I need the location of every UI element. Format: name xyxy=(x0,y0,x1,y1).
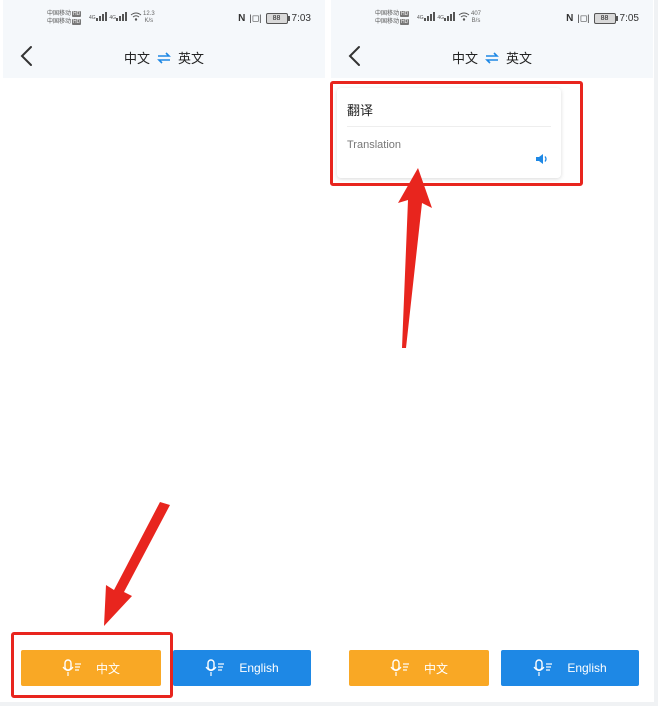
speak-english-button[interactable]: English xyxy=(501,650,639,686)
hd-badge: HD xyxy=(72,11,82,17)
source-language: 中文 xyxy=(123,51,150,66)
clock-time: 7:05 xyxy=(619,13,639,24)
swap-arrows-icon[interactable] xyxy=(156,51,172,64)
wifi-icon xyxy=(458,12,469,21)
chinese-button-label: 中文 xyxy=(423,661,448,676)
top-bar: 中国移动 HD 中国移动 HD 4G 4G 12.3 K/s N |◻| 88 7:… xyxy=(3,0,325,78)
battery-icon: 88 xyxy=(593,13,618,24)
speak-chinese-button[interactable]: 中文 xyxy=(349,650,489,686)
screen-divider xyxy=(325,0,331,706)
hd-badge: HD xyxy=(72,19,82,25)
nfc-icon: N xyxy=(238,13,246,24)
english-button-label: English xyxy=(239,661,279,675)
microphone-icon xyxy=(62,659,81,676)
top-bar: 中国移动 HD 中国移动 HD 4G 4G 407 B/s N |◻| 88 7:0… xyxy=(331,0,653,78)
target-language: 英文 xyxy=(506,51,533,66)
network-speed: 407 B/s xyxy=(471,11,482,24)
vibrate-icon: |◻| xyxy=(577,13,590,23)
carrier-info: 中国移动 HD 中国移动 HD xyxy=(375,10,410,26)
hd-badge: HD xyxy=(400,19,410,25)
source-language: 中文 xyxy=(451,51,478,66)
status-bar: 中国移动 HD 中国移动 HD 4G 4G 12.3 K/s N |◻| 88 7:… xyxy=(3,6,325,32)
wifi-icon xyxy=(130,12,141,21)
carrier-info: 中国移动 HD 中国移动 HD xyxy=(47,10,82,26)
nav-bar: 中文 英文 xyxy=(3,38,325,74)
network-speed: 12.3 K/s xyxy=(143,11,155,24)
language-pair[interactable]: 中文 英文 xyxy=(331,48,653,67)
carrier-name-2: 中国移动 xyxy=(47,19,72,25)
carrier-name-1: 中国移动 xyxy=(375,11,400,17)
signal-icon: 4G 4G xyxy=(89,12,142,21)
left-phone-screen: 中国移动 HD 中国移动 HD 4G 4G 12.3 K/s N |◻| 88 7:… xyxy=(3,0,325,706)
microphone-icon xyxy=(533,659,553,676)
speak-chinese-button[interactable]: 中文 xyxy=(21,650,161,686)
language-pair[interactable]: 中文 英文 xyxy=(3,48,325,67)
target-language: 英文 xyxy=(178,51,205,66)
translated-text: Translation xyxy=(347,139,402,151)
translation-card: 翻译 Translation xyxy=(337,88,561,178)
status-right: N |◻| 88 7:03 xyxy=(238,13,311,24)
frame-bottom xyxy=(0,702,658,706)
signal-icon: 4G 4G xyxy=(417,12,470,21)
clock-time: 7:03 xyxy=(291,13,311,24)
status-right: N |◻| 88 7:05 xyxy=(566,13,639,24)
card-divider xyxy=(347,126,551,127)
status-bar: 中国移动 HD 中国移动 HD 4G 4G 407 B/s N |◻| 88 7:0… xyxy=(331,6,653,32)
microphone-icon xyxy=(205,659,225,676)
vibrate-icon: |◻| xyxy=(249,13,262,23)
right-phone-screen: 中国移动 HD 中国移动 HD 4G 4G 407 B/s N |◻| 88 7:0… xyxy=(331,0,653,706)
source-text: 翻译 xyxy=(347,103,374,118)
nav-bar: 中文 英文 xyxy=(331,38,653,74)
carrier-name-1: 中国移动 xyxy=(47,11,72,17)
carrier-name-2: 中国移动 xyxy=(375,19,400,25)
microphone-icon xyxy=(390,659,409,676)
chinese-button-label: 中文 xyxy=(95,661,120,676)
swap-arrows-icon[interactable] xyxy=(484,51,500,64)
speaker-icon[interactable] xyxy=(535,153,549,165)
battery-icon: 88 xyxy=(265,13,290,24)
frame-edge xyxy=(654,0,658,706)
english-button-label: English xyxy=(567,661,607,675)
hd-badge: HD xyxy=(400,11,410,17)
nfc-icon: N xyxy=(566,13,574,24)
speak-english-button[interactable]: English xyxy=(173,650,311,686)
